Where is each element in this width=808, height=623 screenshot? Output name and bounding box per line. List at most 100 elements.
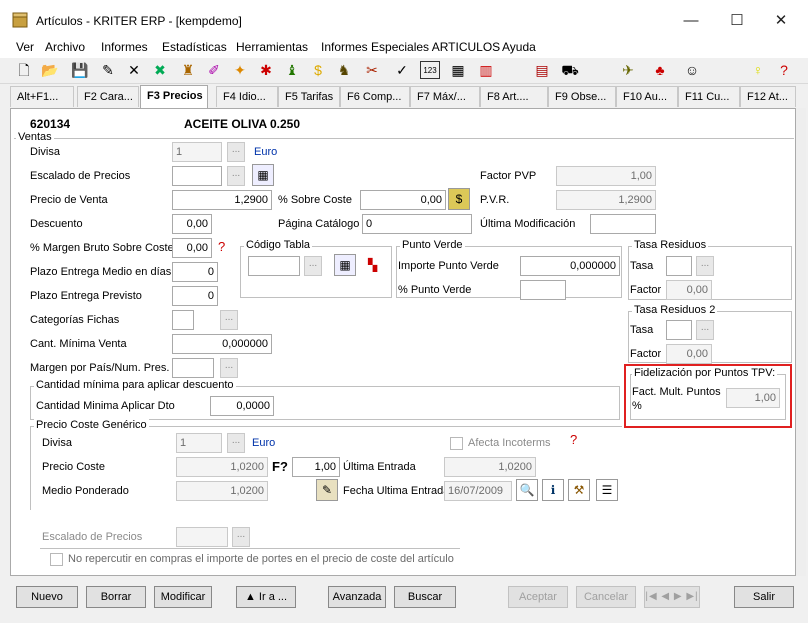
- tasa-field[interactable]: [666, 256, 692, 276]
- bag-icon[interactable]: ♣: [650, 61, 670, 79]
- tool-icon-8[interactable]: ✂: [362, 61, 382, 79]
- divisa-field[interactable]: 1: [172, 142, 222, 162]
- margen-field[interactable]: 0,00: [172, 238, 212, 258]
- descuento-field[interactable]: 0,00: [172, 214, 212, 234]
- menu-estadisticas[interactable]: Estadísticas: [162, 40, 227, 54]
- precio-venta-field[interactable]: 1,2900: [172, 190, 272, 210]
- maximize-icon[interactable]: ☐: [714, 8, 760, 34]
- help-icon[interactable]: ?: [774, 61, 794, 79]
- menu-herramientas[interactable]: Herramientas: [236, 40, 308, 54]
- tree-icon[interactable]: ▚: [368, 258, 377, 272]
- table-icon-2[interactable]: ▦: [334, 254, 356, 276]
- money-bag-icon[interactable]: $: [448, 188, 470, 210]
- record-navigation-icon[interactable]: |◀ ◀ ▶ ▶|: [644, 586, 700, 608]
- menu-archivo[interactable]: Archivo: [45, 40, 85, 54]
- tab-articulos[interactable]: F8 Art....: [480, 86, 548, 107]
- codigo-tabla-field[interactable]: [248, 256, 300, 276]
- tool-icon-11[interactable]: ☺: [682, 61, 702, 79]
- edit-icon[interactable]: ✎: [98, 61, 118, 79]
- tool-icon-10[interactable]: ✈: [618, 61, 638, 79]
- precio-coste-field[interactable]: 1,0200: [176, 457, 268, 477]
- tab-cuentas[interactable]: F11 Cu...: [678, 86, 740, 107]
- save-icon[interactable]: 💾: [70, 61, 90, 79]
- search-document-icon[interactable]: 🔍: [516, 479, 538, 501]
- fecha-ultima-entrada-field[interactable]: 16/07/2009: [444, 481, 512, 501]
- tool-icon-3[interactable]: ✐: [204, 61, 224, 79]
- afecta-incoterms-checkbox[interactable]: [450, 437, 463, 450]
- cart-icon[interactable]: ⛟: [560, 61, 580, 79]
- incoterms-help-icon[interactable]: ?: [570, 432, 577, 447]
- menu-informes[interactable]: Informes: [101, 40, 148, 54]
- tasa-2-lookup-button[interactable]: ...: [696, 320, 714, 340]
- tool-icon-4[interactable]: ✦: [230, 61, 250, 79]
- factor-2-field[interactable]: 0,00: [666, 344, 712, 364]
- divisa-lookup-button[interactable]: ...: [227, 142, 245, 162]
- tool-icon-9[interactable]: ✓: [392, 61, 412, 79]
- medio-ponderado-field[interactable]: 1,0200: [176, 481, 268, 501]
- margen-pais-field[interactable]: [172, 358, 214, 378]
- calculator-icon[interactable]: ▦: [448, 61, 468, 79]
- vertical-scrollbar[interactable]: [796, 108, 806, 576]
- tasa-2-field[interactable]: [666, 320, 692, 340]
- tasa-lookup-button[interactable]: ...: [696, 256, 714, 276]
- cantidad-minima-field[interactable]: 0,0000: [210, 396, 274, 416]
- info-icon[interactable]: ℹ: [542, 479, 564, 501]
- tab-maximos[interactable]: F7 Máx/...: [410, 86, 480, 107]
- tab-caracteristicas[interactable]: F2 Cara...: [77, 86, 139, 107]
- salir-button[interactable]: Salir: [734, 586, 794, 608]
- no-repercutir-checkbox[interactable]: [50, 553, 63, 566]
- coste-divisa-field[interactable]: 1: [176, 433, 222, 453]
- tab-tarifas[interactable]: F5 Tarifas: [278, 86, 340, 107]
- ir-a-button[interactable]: ▲ Ir a ...: [236, 586, 296, 608]
- coste-divisa-lookup-button[interactable]: ...: [227, 433, 245, 453]
- borrar-button[interactable]: Borrar: [86, 586, 146, 608]
- minimize-icon[interactable]: —: [668, 8, 714, 34]
- help-marker-icon[interactable]: ?: [218, 239, 225, 254]
- open-folder-icon[interactable]: 📂: [40, 61, 60, 79]
- tool-icon-5[interactable]: ✱: [256, 61, 276, 79]
- menu-ver[interactable]: Ver: [16, 40, 34, 54]
- tab-alt-f1[interactable]: Alt+F1...: [10, 86, 74, 107]
- buscar-button[interactable]: Buscar: [394, 586, 456, 608]
- fact-mult-puntos-field[interactable]: 1,00: [726, 388, 780, 408]
- tool-icon-12[interactable]: ⚒: [568, 479, 590, 501]
- cancelar-button[interactable]: Cancelar: [576, 586, 636, 608]
- chart-icon[interactable]: ▥: [476, 61, 496, 79]
- pct-punto-verde-field[interactable]: [520, 280, 566, 300]
- plazo-medio-field[interactable]: 0: [172, 262, 218, 282]
- coste-escalado-field[interactable]: [176, 527, 228, 547]
- tab-precios[interactable]: F3 Precios: [140, 85, 208, 108]
- building-icon[interactable]: ▤: [532, 61, 552, 79]
- tab-auxiliar[interactable]: F10 Au...: [616, 86, 678, 107]
- pvr-field[interactable]: 1,2900: [556, 190, 656, 210]
- delete-icon[interactable]: ✕: [124, 61, 144, 79]
- sobre-coste-field[interactable]: 0,00: [360, 190, 446, 210]
- cant-minima-field[interactable]: 0,000000: [172, 334, 272, 354]
- factor-field[interactable]: 0,00: [666, 280, 712, 300]
- new-document-icon[interactable]: 🗋: [14, 61, 34, 79]
- tool-icon-7[interactable]: ♞: [334, 61, 354, 79]
- tab-atributos[interactable]: F12 At...: [740, 86, 796, 107]
- ultima-modificacion-field[interactable]: [590, 214, 656, 234]
- codigo-tabla-lookup-button[interactable]: ...: [304, 256, 322, 276]
- tool-icon-6[interactable]: ♝: [282, 61, 302, 79]
- avanzada-button[interactable]: Avanzada: [328, 586, 386, 608]
- escalado-lookup-button[interactable]: ...: [227, 166, 245, 186]
- money-icon[interactable]: $: [308, 61, 328, 79]
- margen-pais-lookup-button[interactable]: ...: [220, 358, 238, 378]
- lightbulb-icon[interactable]: ♀: [748, 61, 768, 79]
- categorias-field[interactable]: [172, 310, 194, 330]
- coste-escalado-lookup-button[interactable]: ...: [232, 527, 250, 547]
- factor-coste-field[interactable]: 1,00: [292, 457, 340, 477]
- nuevo-button[interactable]: Nuevo: [16, 586, 78, 608]
- list-icon[interactable]: ☰: [596, 479, 618, 501]
- pagina-catalogo-field[interactable]: 0: [362, 214, 472, 234]
- factor-pvp-field[interactable]: 1,00: [556, 166, 656, 186]
- aceptar-button[interactable]: Aceptar: [508, 586, 568, 608]
- modificar-button[interactable]: Modificar: [154, 586, 212, 608]
- close-icon[interactable]: ✕: [758, 8, 804, 34]
- tab-compras[interactable]: F6 Comp...: [340, 86, 410, 107]
- categorias-lookup-button[interactable]: ...: [220, 310, 238, 330]
- tool-icon-1[interactable]: ✖: [150, 61, 170, 79]
- ultima-entrada-field[interactable]: 1,0200: [444, 457, 536, 477]
